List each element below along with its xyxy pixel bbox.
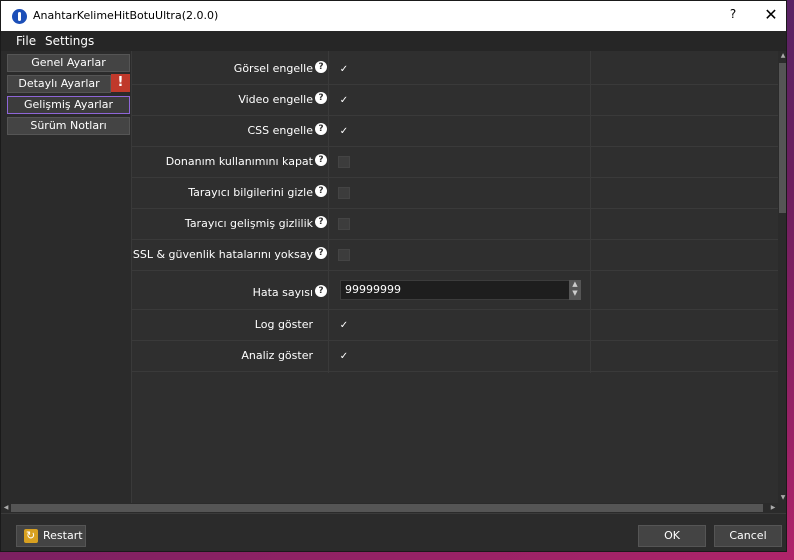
checkbox-ssl-guvenlik[interactable]	[338, 249, 350, 261]
help-icon[interactable]: ?	[315, 247, 327, 259]
checkbox-gorsel-engelle[interactable]: ✓	[338, 63, 350, 75]
restart-button[interactable]: Restart	[16, 525, 86, 547]
title-bar: AnahtarKelimeHitBotuUltra(2.0.0) ? ✕	[1, 1, 786, 31]
setting-row-gelismis-gizlilik: Tarayıcı gelişmiş gizlilik ?	[132, 209, 779, 240]
menu-settings[interactable]: Settings	[45, 34, 94, 48]
ok-button[interactable]: OK	[638, 525, 706, 547]
setting-row-hata-sayisi: Hata sayısı ? 99999999 ▲ ▼	[132, 275, 779, 310]
scroll-right-icon[interactable]: ▶	[768, 503, 778, 513]
help-icon[interactable]: ?	[315, 61, 327, 73]
checkbox-gelismis-gizlilik[interactable]	[338, 218, 350, 230]
checkbox-log-goster[interactable]: ✓	[338, 319, 350, 331]
restart-icon	[24, 526, 38, 546]
help-icon[interactable]: ?	[315, 154, 327, 166]
help-icon[interactable]: ?	[315, 285, 327, 297]
setting-label: Hata sayısı	[252, 286, 313, 299]
checkbox-tarayici-bilgileri[interactable]	[338, 187, 350, 199]
horizontal-scrollbar[interactable]: ◀ ▶	[1, 503, 778, 513]
setting-label: Donanım kullanımını kapat	[165, 155, 313, 168]
setting-label: Görsel engelle	[233, 62, 313, 75]
scrollbar-thumb[interactable]	[779, 63, 786, 213]
setting-label: Log göster	[254, 318, 313, 331]
sidebar-item-genel-ayarlar[interactable]: Genel Ayarlar	[7, 54, 130, 72]
close-button[interactable]: ✕	[760, 5, 782, 27]
settings-window: AnahtarKelimeHitBotuUltra(2.0.0) ? ✕ Fil…	[0, 0, 787, 552]
window-title: AnahtarKelimeHitBotuUltra(2.0.0)	[33, 9, 219, 22]
spinbox-arrows[interactable]: ▲ ▼	[569, 280, 581, 300]
scrollbar-thumb[interactable]	[11, 504, 763, 512]
setting-row-tarayici-bilgileri: Tarayıcı bilgilerini gizle ?	[132, 178, 779, 209]
setting-label: CSS engelle	[247, 124, 313, 137]
setting-label: Tarayıcı bilgilerini gizle	[188, 186, 313, 199]
sidebar-item-surum-notlari[interactable]: Sürüm Notları	[7, 117, 130, 135]
help-icon[interactable]: ?	[315, 185, 327, 197]
checkbox-analiz-goster[interactable]: ✓	[338, 350, 350, 362]
help-icon[interactable]: ?	[315, 92, 327, 104]
scroll-down-icon[interactable]: ▼	[779, 493, 786, 503]
checkbox-css-engelle[interactable]: ✓	[338, 125, 350, 137]
checkbox-video-engelle[interactable]: ✓	[338, 94, 350, 106]
scroll-left-icon[interactable]: ◀	[1, 503, 11, 513]
footer-bar: Restart OK Cancel	[1, 513, 786, 551]
setting-row-gorsel-engelle: Görsel engelle ? ✓	[132, 54, 779, 85]
setting-row-css-engelle: CSS engelle ? ✓	[132, 116, 779, 147]
scroll-up-icon[interactable]: ▲	[779, 51, 786, 61]
settings-panel: Görsel engelle ? ✓ Video engelle ? ✓ CSS…	[131, 51, 779, 503]
setting-row-log-goster: Log göster ✓	[132, 310, 779, 341]
help-icon[interactable]: ?	[315, 216, 327, 228]
restart-label: Restart	[43, 529, 83, 542]
vertical-scrollbar[interactable]: ▲ ▼	[778, 51, 786, 503]
sidebar-item-gelismis-ayarlar[interactable]: Gelişmiş Ayarlar	[7, 96, 130, 114]
warning-icon: !	[111, 74, 130, 92]
setting-label: Analiz göster	[241, 349, 313, 362]
checkbox-donanim-kullanimi[interactable]	[338, 156, 350, 168]
setting-label: Video engelle	[238, 93, 313, 106]
setting-row-video-engelle: Video engelle ? ✓	[132, 85, 779, 116]
sidebar-item-detayli-ayarlar[interactable]: Detaylı Ayarlar	[7, 75, 111, 93]
setting-row-donanim-kullanimi: Donanım kullanımını kapat ?	[132, 147, 779, 178]
sidebar: Genel Ayarlar Detaylı Ayarlar ! Gelişmiş…	[1, 51, 131, 503]
help-button[interactable]: ?	[725, 7, 741, 25]
cancel-button[interactable]: Cancel	[714, 525, 782, 547]
help-icon[interactable]: ?	[315, 123, 327, 135]
setting-row-analiz-goster: Analiz göster ✓	[132, 341, 779, 372]
menu-bar: File Settings	[1, 31, 786, 51]
menu-file[interactable]: File	[16, 34, 36, 48]
hata-sayisi-input[interactable]: 99999999	[340, 280, 572, 300]
setting-row-ssl-guvenlik: SSL & güvenlik hatalarını yoksay ?	[132, 240, 779, 271]
setting-label: Tarayıcı gelişmiş gizlilik	[184, 217, 313, 230]
app-icon	[12, 9, 27, 24]
setting-label: SSL & güvenlik hatalarını yoksay	[132, 248, 313, 261]
